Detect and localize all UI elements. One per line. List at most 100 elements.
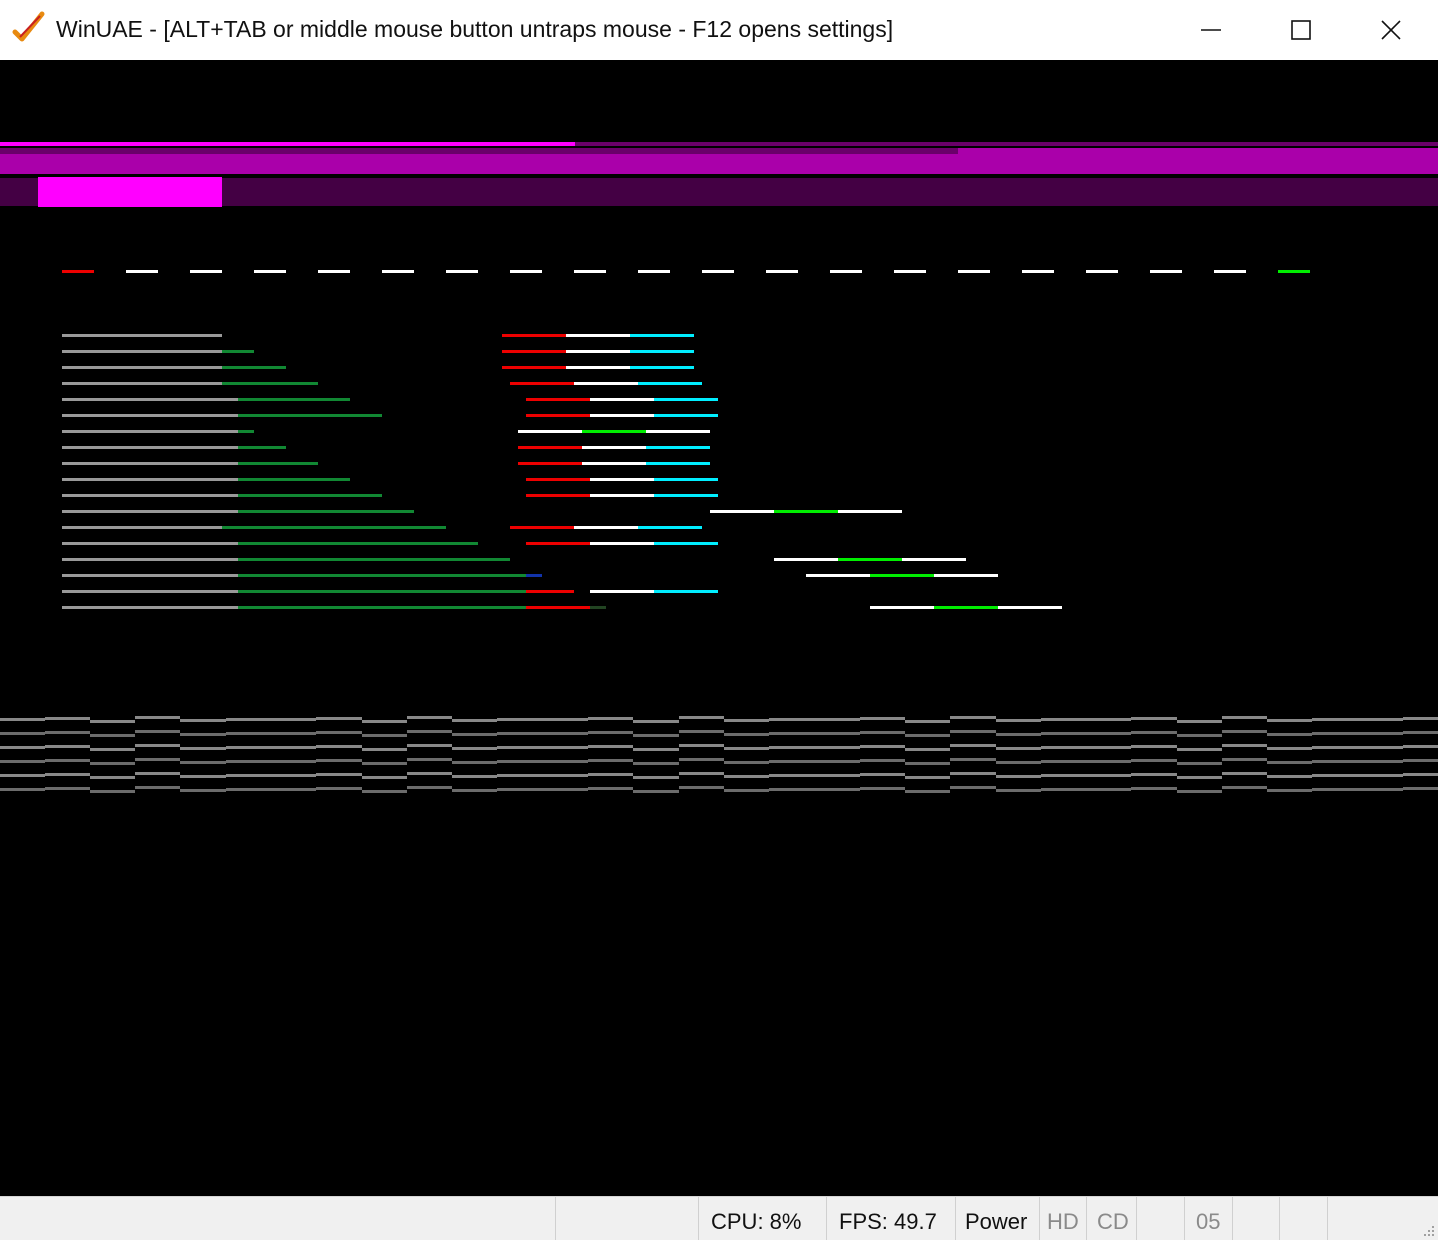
scanline-brick: [1177, 790, 1222, 793]
close-button[interactable]: [1346, 0, 1436, 60]
scanline-brick: [543, 746, 588, 749]
scanline-brick: [1403, 759, 1438, 762]
scanline-brick: [1358, 774, 1403, 777]
bar-segment: [526, 494, 590, 497]
scanline-brick: [1086, 760, 1131, 763]
scanline-brick: [90, 790, 135, 793]
bar-segment: [630, 350, 694, 353]
emulation-display[interactable]: [0, 60, 1438, 1196]
scanline-brick: [45, 759, 90, 762]
scanline-brick: [588, 731, 633, 734]
bar-segment: [222, 350, 254, 353]
bar-segment: [582, 462, 646, 465]
scanline-brick: [1358, 732, 1403, 735]
status-cell-empty: [555, 1197, 698, 1240]
bar-segment: [222, 526, 446, 529]
drive-led-empty: [1136, 1197, 1184, 1240]
scanline-brick: [1267, 761, 1312, 764]
scanline-brick: [1041, 760, 1086, 763]
maximize-button[interactable]: [1256, 0, 1346, 60]
scanline-brick: [0, 718, 45, 721]
bar-segment: [526, 590, 574, 593]
scanline-brick: [1222, 716, 1267, 719]
bar-segment: [62, 510, 238, 513]
scanline-brick: [950, 730, 996, 733]
emulation-graphics: [0, 142, 1438, 793]
bar-segment: [62, 542, 238, 545]
scanline-brick: [226, 718, 271, 721]
bar-segment: [582, 446, 646, 449]
bar-segment: [62, 590, 238, 593]
scanline-brick: [633, 762, 679, 765]
scanline-brick: [362, 776, 407, 779]
scanline-brick: [996, 733, 1041, 736]
title-bar[interactable]: WinUAE - [ALT+TAB or middle mouse button…: [0, 0, 1438, 60]
scanline-brick: [905, 762, 950, 765]
bar-segment: [502, 334, 566, 337]
scanline-brick: [362, 734, 407, 737]
scanline-brick: [135, 716, 180, 719]
scanline-brick: [950, 744, 996, 747]
bar-segment: [526, 542, 590, 545]
scanline-brick: [679, 758, 724, 761]
scanline-brick: [679, 716, 724, 719]
bar-segment: [62, 430, 238, 433]
scanline-brick: [497, 732, 543, 735]
dash-segment: [958, 270, 990, 273]
scanline-brick: [45, 787, 90, 790]
bar-segment: [238, 398, 350, 401]
status-bar: CPU: 8% FPS: 49.7 Power HD CD 05: [0, 1196, 1438, 1240]
scanline-brick: [996, 761, 1041, 764]
scanline-brick: [497, 760, 543, 763]
scanline-brick: [996, 775, 1041, 778]
dash-segment: [574, 270, 606, 273]
scanline-brick: [1131, 787, 1177, 790]
bar-segment: [62, 526, 222, 529]
scanline-brick: [362, 720, 407, 723]
scanline-brick: [1177, 734, 1222, 737]
scanline-brick: [407, 744, 452, 747]
scanline-brick: [135, 730, 180, 733]
resize-grip-icon[interactable]: [1420, 1222, 1436, 1238]
bar-segment: [238, 414, 382, 417]
scanline-brick: [407, 772, 452, 775]
scanline-brick: [905, 720, 950, 723]
scanline-brick: [996, 747, 1041, 750]
scanline-brick: [1041, 718, 1086, 721]
scanline-brick: [316, 731, 362, 734]
scanline-brick: [996, 789, 1041, 792]
bar-segment: [222, 366, 286, 369]
scanline-brick: [452, 761, 497, 764]
scanline-brick: [814, 774, 860, 777]
scanline-brick: [1086, 732, 1131, 735]
scanline-brick: [497, 718, 543, 721]
scanline-brick: [0, 788, 45, 791]
scanline-brick: [1086, 746, 1131, 749]
bar-segment: [510, 382, 574, 385]
dash-segment: [1150, 270, 1182, 273]
scanline-brick: [0, 774, 45, 777]
scanline-brick: [724, 775, 769, 778]
scanline-brick: [1131, 731, 1177, 734]
scanline-brick: [362, 748, 407, 751]
scanline-brick: [1222, 730, 1267, 733]
bar-segment: [62, 334, 222, 337]
scanline-brick: [905, 734, 950, 737]
scanline-brick: [226, 774, 271, 777]
copper-bar: [575, 142, 1438, 146]
scanline-brick: [452, 789, 497, 792]
scanline-brick: [452, 719, 497, 722]
scanline-brick: [1312, 718, 1358, 721]
bar-segment: [574, 526, 638, 529]
dash-segment: [830, 270, 862, 273]
minimize-button[interactable]: [1166, 0, 1256, 60]
scanline-brick: [679, 786, 724, 789]
bar-segment: [238, 494, 382, 497]
scanline-brick: [633, 776, 679, 779]
scanline-brick: [271, 746, 316, 749]
bar-segment: [654, 414, 718, 417]
bar-segment: [630, 334, 694, 337]
scanline-brick: [271, 760, 316, 763]
bar-segment: [774, 558, 838, 561]
bar-segment: [62, 350, 222, 353]
